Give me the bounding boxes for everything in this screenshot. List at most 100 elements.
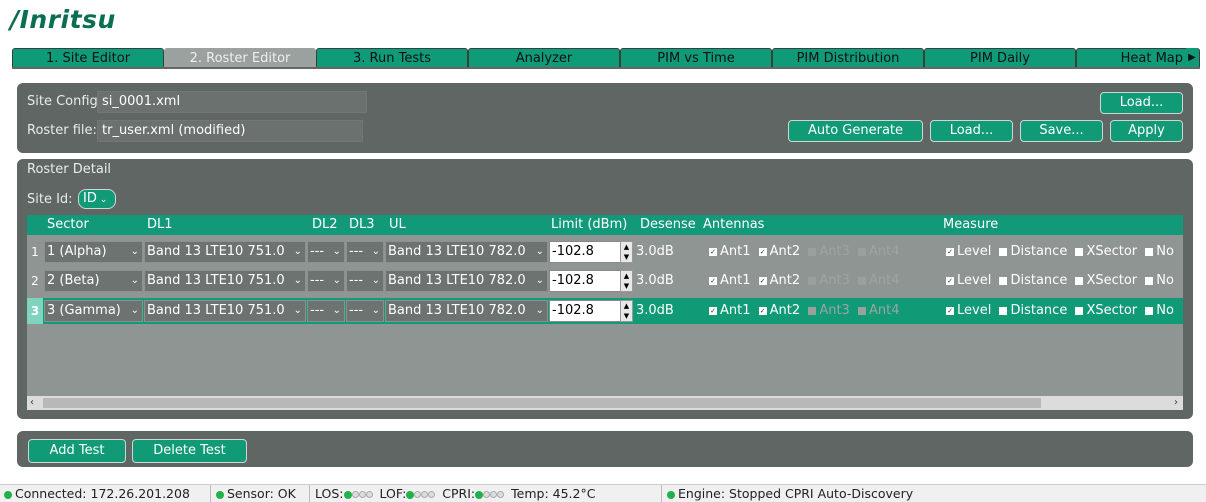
header-measure[interactable]: Measure xyxy=(943,215,998,235)
tab-heat-map[interactable]: Heat Map xyxy=(1076,48,1200,68)
distance-checkbox[interactable] xyxy=(999,306,1008,315)
tab-run-tests[interactable]: 3. Run Tests xyxy=(316,48,468,68)
tab-roster-editor[interactable]: 2. Roster Editor xyxy=(164,48,316,68)
scroll-right-icon[interactable]: › xyxy=(1174,396,1178,410)
ant1-checkbox[interactable]: ✓ xyxy=(709,276,717,285)
xsector-checkbox[interactable] xyxy=(1075,306,1084,315)
load-site-button[interactable]: Load... xyxy=(1100,92,1183,114)
tab-bar: 1. Site Editor 2. Roster Editor 3. Run T… xyxy=(12,48,1200,68)
status-bar: Connected: 172.26.201.208 Sensor: OK LOS… xyxy=(0,484,1206,502)
ant3-label: Ant3 xyxy=(819,273,850,288)
ant1-checkbox[interactable]: ✓ xyxy=(709,306,717,315)
ul-value: Band 13 LTE10 782.0 xyxy=(388,273,526,288)
level-checkbox[interactable]: ✓ xyxy=(946,306,954,315)
no-checkbox[interactable] xyxy=(1145,306,1154,315)
ant2-checkbox[interactable]: ✓ xyxy=(758,306,767,315)
distance-label: Distance xyxy=(1010,303,1068,318)
table-row-selected[interactable]: 3 3 (Gamma) ⌄ Band 13 LTE10 751.0 ⌄ --- ⌄ -… xyxy=(27,298,1183,324)
ant1-checkbox[interactable]: ✓ xyxy=(709,247,717,256)
add-test-button[interactable]: Add Test xyxy=(28,439,126,463)
scrollbar-thumb[interactable] xyxy=(43,398,1041,408)
limit-spinner-icon[interactable]: ▲ ▼ xyxy=(620,270,633,292)
ant4-label: Ant4 xyxy=(868,273,900,288)
dl2-select[interactable]: --- ⌄ xyxy=(307,300,345,322)
tab-pim-distribution[interactable]: PIM Distribution xyxy=(772,48,924,68)
dl2-select[interactable]: --- ⌄ xyxy=(307,270,345,292)
header-dl1[interactable]: DL1 xyxy=(147,215,173,235)
table-row[interactable]: 2 2 (Beta) ⌄ Band 13 LTE10 751.0 ⌄ --- ⌄ --… xyxy=(27,268,1183,294)
auto-generate-button[interactable]: Auto Generate xyxy=(788,120,923,142)
horizontal-scrollbar[interactable]: ‹ › xyxy=(27,396,1183,410)
load-roster-button[interactable]: Load... xyxy=(930,120,1013,142)
limit-input[interactable]: -102.8 xyxy=(549,270,621,292)
scroll-left-icon[interactable]: ‹ xyxy=(30,396,34,410)
ant2-checkbox[interactable]: ✓ xyxy=(758,276,767,285)
cpri-led-icon xyxy=(475,490,484,499)
limit-spinner-icon[interactable]: ▲ ▼ xyxy=(620,300,633,322)
header-dl3[interactable]: DL3 xyxy=(349,215,375,235)
level-label: Level xyxy=(957,273,992,288)
limit-input[interactable]: -102.8 xyxy=(549,300,621,322)
no-checkbox[interactable] xyxy=(1145,276,1154,285)
los-led-icon xyxy=(351,491,359,498)
site-config-label: Site Config: xyxy=(27,94,103,109)
tab-site-editor[interactable]: 1. Site Editor xyxy=(12,48,164,68)
dl3-select[interactable]: --- ⌄ xyxy=(346,241,384,263)
site-id-select[interactable]: ID ⌄ xyxy=(78,189,116,209)
xsector-checkbox[interactable] xyxy=(1075,247,1084,256)
tab-pim-vs-time[interactable]: PIM vs Time xyxy=(620,48,772,68)
connected-text: Connected: 172.26.201.208 xyxy=(15,486,190,501)
measure-cell: ✓ Level Distance XSector No xyxy=(942,298,1174,324)
apply-button[interactable]: Apply xyxy=(1110,120,1183,142)
ant2-label: Ant2 xyxy=(769,303,801,318)
dl1-select[interactable]: Band 13 LTE10 751.0 ⌄ xyxy=(144,241,306,263)
distance-checkbox[interactable] xyxy=(999,247,1008,256)
header-desense[interactable]: Desense xyxy=(640,215,696,235)
distance-checkbox[interactable] xyxy=(999,276,1008,285)
xsector-checkbox[interactable] xyxy=(1075,276,1084,285)
dl2-select[interactable]: --- ⌄ xyxy=(307,241,345,263)
link-status: LOS: LOF: CPRI: Temp: 45.2°C xyxy=(311,485,662,502)
sector-select[interactable]: 1 (Alpha) ⌄ xyxy=(44,241,143,263)
level-checkbox[interactable]: ✓ xyxy=(946,276,954,285)
limit-input[interactable]: -102.8 xyxy=(549,241,621,263)
ul-select[interactable]: Band 13 LTE10 782.0 ⌄ xyxy=(385,270,548,292)
site-id-value: ID xyxy=(83,191,97,206)
header-dl2[interactable]: DL2 xyxy=(312,215,338,235)
header-limit[interactable]: Limit (dBm) xyxy=(551,215,627,235)
tab-pim-daily[interactable]: PIM Daily xyxy=(924,48,1076,68)
save-roster-button[interactable]: Save... xyxy=(1020,120,1103,142)
xsector-label: XSector xyxy=(1086,273,1138,288)
sector-select[interactable]: 2 (Beta) ⌄ xyxy=(44,270,143,292)
no-label: No xyxy=(1156,303,1174,318)
header-antennas[interactable]: Antennas xyxy=(703,215,764,235)
chevron-down-icon: ⌄ xyxy=(293,275,302,286)
no-label: No xyxy=(1156,244,1174,259)
ant1-label: Ant1 xyxy=(720,244,751,259)
ul-select[interactable]: Band 13 LTE10 782.0 ⌄ xyxy=(385,241,548,263)
dl3-select[interactable]: --- ⌄ xyxy=(346,270,384,292)
chevron-down-icon: ⌄ xyxy=(371,246,380,257)
site-id-label: Site Id: xyxy=(27,192,73,207)
dl3-select[interactable]: --- ⌄ xyxy=(346,300,384,322)
ant2-checkbox[interactable]: ✓ xyxy=(758,247,767,256)
header-sector[interactable]: Sector xyxy=(47,215,89,235)
level-label: Level xyxy=(957,303,992,318)
dl1-select[interactable]: Band 13 LTE10 751.0 ⌄ xyxy=(144,270,306,292)
delete-test-button[interactable]: Delete Test xyxy=(132,439,247,463)
no-checkbox[interactable] xyxy=(1145,247,1154,256)
sector-select[interactable]: 3 (Gamma) ⌄ xyxy=(44,300,143,322)
chevron-down-icon: ⌄ xyxy=(130,275,139,286)
tab-scroll-right-icon[interactable]: ▶ xyxy=(1186,48,1198,68)
limit-spinner-icon[interactable]: ▲ ▼ xyxy=(620,241,633,263)
tab-analyzer[interactable]: Analyzer xyxy=(468,48,620,68)
table-row[interactable]: 1 1 (Alpha) ⌄ Band 13 LTE10 751.0 ⌄ --- ⌄ -… xyxy=(27,239,1183,265)
level-checkbox[interactable]: ✓ xyxy=(946,247,954,256)
roster-table: Sector DL1 DL2 DL3 UL Limit (dBm) Desens… xyxy=(27,215,1183,410)
dl1-select[interactable]: Band 13 LTE10 751.0 ⌄ xyxy=(144,300,306,322)
header-ul[interactable]: UL xyxy=(389,215,406,235)
cpri-led-icon xyxy=(490,491,498,498)
ant4-checkbox xyxy=(857,276,866,285)
ul-select[interactable]: Band 13 LTE10 782.0 ⌄ xyxy=(385,300,548,322)
ant4-checkbox xyxy=(857,306,866,315)
